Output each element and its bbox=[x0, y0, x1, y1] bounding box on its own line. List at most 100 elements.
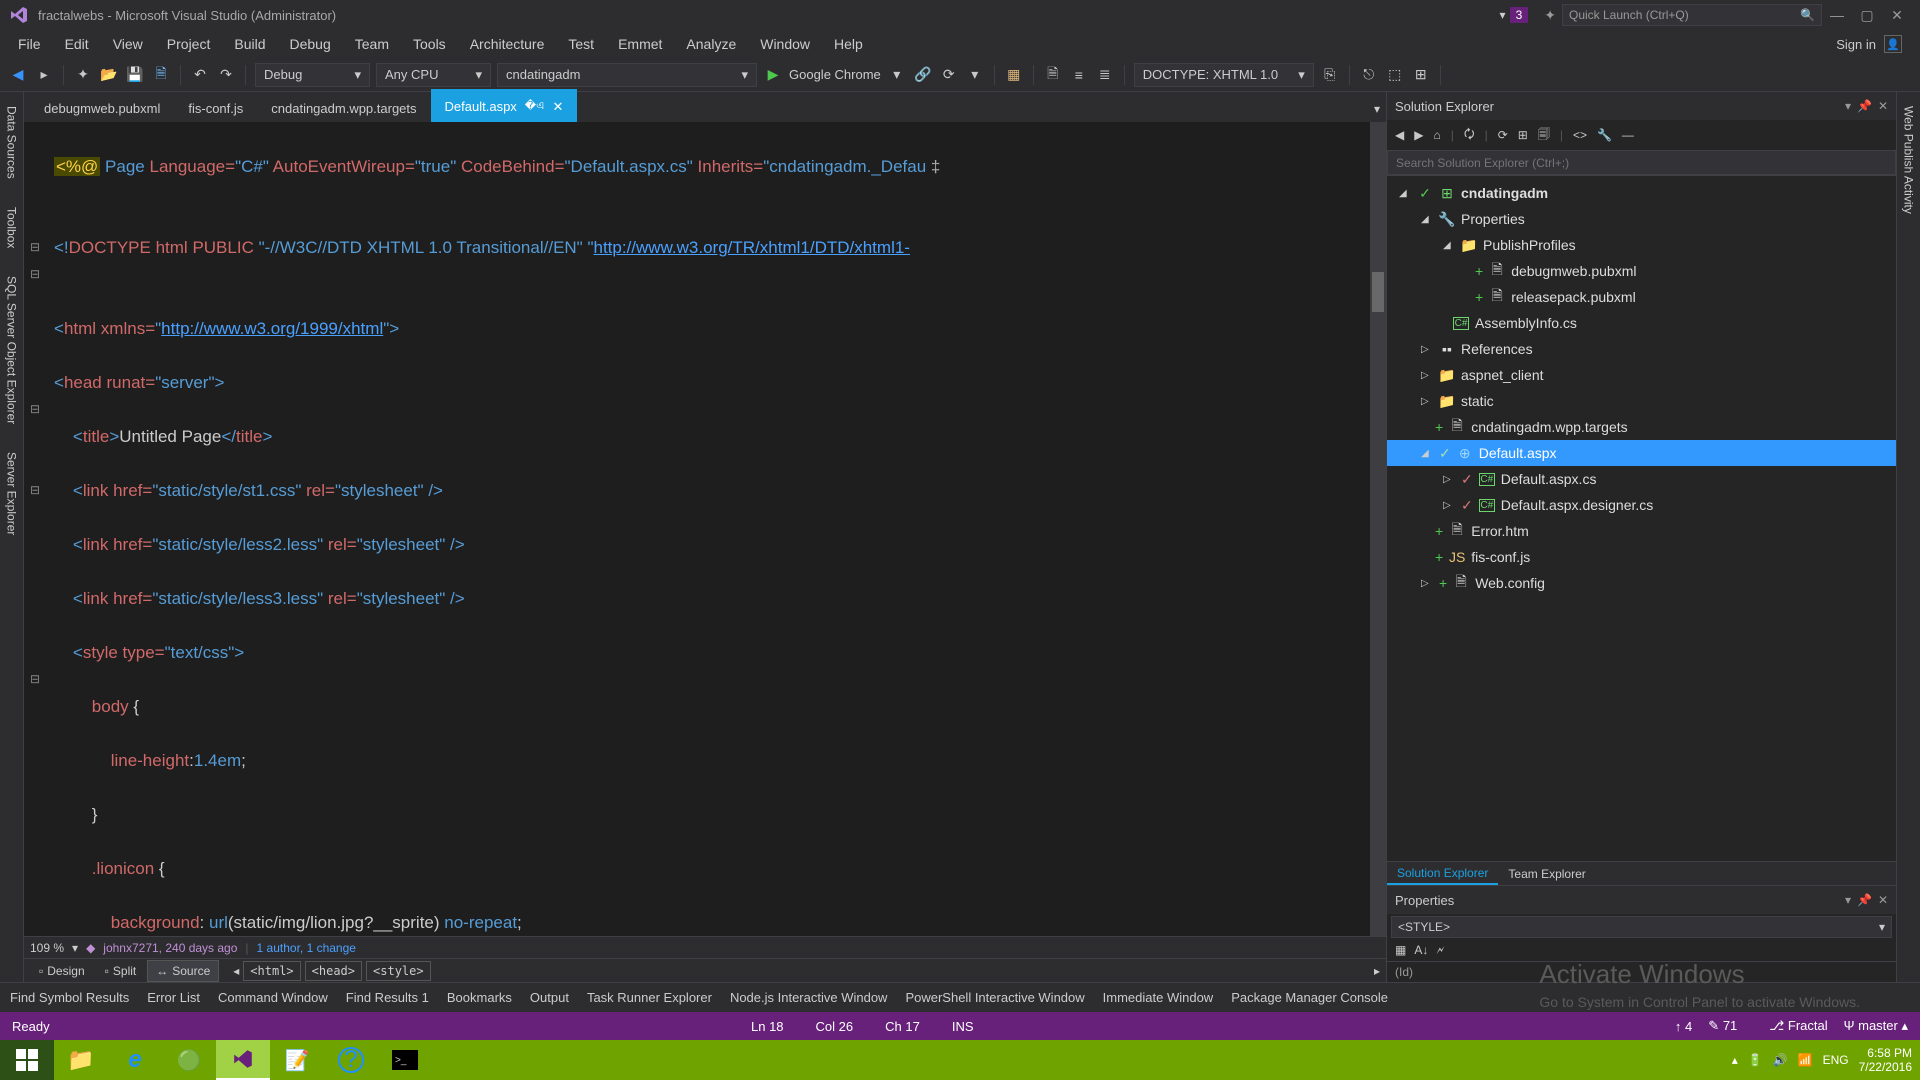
branch-icon[interactable]: Ψ bbox=[1844, 1018, 1855, 1033]
panel-close-icon[interactable]: ✕ bbox=[1878, 99, 1888, 113]
codelens-changes[interactable]: 1 author, 1 change bbox=[257, 941, 356, 955]
clock[interactable]: 6:58 PM7/22/2016 bbox=[1859, 1046, 1912, 1074]
node-releasepack[interactable]: releasepack.pubxml bbox=[1511, 289, 1636, 305]
nav-fwd-button[interactable]: ▸ bbox=[34, 65, 54, 85]
breadcrumb-style[interactable]: <style> bbox=[366, 961, 431, 981]
se-preview-icon[interactable]: — bbox=[1622, 128, 1634, 142]
props-id-value[interactable] bbox=[1642, 962, 1897, 982]
menu-debug[interactable]: Debug bbox=[278, 32, 343, 56]
se-props-icon[interactable]: 🔧 bbox=[1597, 128, 1612, 142]
node-designer[interactable]: Default.aspx.designer.cs bbox=[1501, 497, 1654, 513]
node-properties[interactable]: Properties bbox=[1461, 211, 1525, 227]
tab-output[interactable]: Output bbox=[530, 990, 569, 1005]
se-search[interactable] bbox=[1387, 150, 1896, 176]
project-node[interactable]: cndatingadm bbox=[1461, 185, 1548, 201]
menu-team[interactable]: Team bbox=[343, 32, 401, 56]
panel-pin-icon[interactable]: 📌 bbox=[1857, 99, 1872, 113]
refresh-icon[interactable]: ⟳ bbox=[939, 65, 959, 85]
menu-emmet[interactable]: Emmet bbox=[606, 32, 674, 56]
sign-in-button[interactable]: Sign in👤 bbox=[1824, 31, 1914, 57]
tab-team-explorer[interactable]: Team Explorer bbox=[1498, 864, 1595, 884]
indent-icon[interactable]: ≣ bbox=[1095, 65, 1115, 85]
code-editor[interactable]: ⊟⊟⊟⊟⊟ <%@ Page Language="C#" AutoEventWi… bbox=[24, 122, 1386, 936]
menu-view[interactable]: View bbox=[101, 32, 155, 56]
minimize-button[interactable]: — bbox=[1822, 7, 1852, 23]
close-tab-icon[interactable]: ✕ bbox=[552, 99, 563, 115]
tab-powershell[interactable]: PowerShell Interactive Window bbox=[905, 990, 1084, 1005]
se-back-icon[interactable]: ◀ bbox=[1395, 128, 1404, 142]
save-all-icon[interactable]: 🗎 bbox=[151, 65, 171, 85]
breadcrumb-head[interactable]: <head> bbox=[305, 961, 362, 981]
node-fisconf[interactable]: fis-conf.js bbox=[1471, 549, 1530, 565]
volume-icon[interactable]: 🔊 bbox=[1773, 1053, 1788, 1067]
outdent-icon[interactable]: ≡ bbox=[1069, 65, 1089, 85]
open-icon[interactable]: 📂 bbox=[99, 65, 119, 85]
language-indicator[interactable]: ENG bbox=[1823, 1053, 1849, 1067]
tab-sql-explorer[interactable]: SQL Server Object Explorer bbox=[3, 270, 21, 430]
se-refresh-icon[interactable]: ⟳ bbox=[1498, 128, 1508, 142]
browser-dropdown-icon[interactable]: ▾ bbox=[887, 65, 907, 85]
node-errorhtm[interactable]: Error.htm bbox=[1471, 523, 1529, 539]
doctype-dropdown[interactable]: DOCTYPE: XHTML 1.0▾ bbox=[1134, 63, 1314, 87]
feedback-icon[interactable]: ✦ bbox=[1544, 7, 1556, 24]
tab-find-symbol[interactable]: Find Symbol Results bbox=[10, 990, 129, 1005]
tool-b-icon[interactable]: ⎋ bbox=[1359, 65, 1379, 85]
taskbar-ie[interactable]: e bbox=[108, 1040, 162, 1080]
node-wpp[interactable]: cndatingadm.wpp.targets bbox=[1471, 419, 1627, 435]
se-fwd-icon[interactable]: ▶ bbox=[1414, 128, 1423, 142]
tab-data-sources[interactable]: Data Sources bbox=[3, 100, 21, 185]
config-dropdown[interactable]: Debug▾ bbox=[255, 63, 370, 87]
props-events-icon[interactable]: 🗲 bbox=[1436, 943, 1444, 958]
view-design-button[interactable]: ▫ Design bbox=[30, 960, 94, 982]
node-references[interactable]: References bbox=[1461, 341, 1533, 357]
tray-chevron-icon[interactable]: ▴ bbox=[1732, 1053, 1738, 1067]
startup-dropdown[interactable]: cndatingadm▾ bbox=[497, 63, 757, 87]
tab-debugmweb[interactable]: debugmweb.pubxml bbox=[30, 93, 174, 122]
node-webconfig[interactable]: Web.config bbox=[1475, 575, 1545, 591]
props-az-icon[interactable]: A↓ bbox=[1414, 943, 1428, 958]
node-default[interactable]: Default.aspx bbox=[1479, 445, 1557, 461]
tab-server-explorer[interactable]: Server Explorer bbox=[3, 446, 21, 541]
props-close-icon[interactable]: ✕ bbox=[1878, 893, 1888, 907]
node-aspnet[interactable]: aspnet_client bbox=[1461, 367, 1544, 383]
node-publishprofiles[interactable]: PublishProfiles bbox=[1483, 237, 1576, 253]
pencil-icon[interactable]: ✎ bbox=[1708, 1018, 1719, 1033]
crumb-nav-left[interactable]: ◂ bbox=[233, 964, 239, 978]
tab-default-aspx[interactable]: Default.aspx�এ✕ bbox=[431, 89, 578, 122]
zoom-level[interactable]: 109 % bbox=[30, 941, 64, 955]
nav-back-button[interactable]: ◀ bbox=[8, 65, 28, 85]
tab-pkg-mgr[interactable]: Package Manager Console bbox=[1231, 990, 1388, 1005]
props-options-icon[interactable]: ▾ bbox=[1845, 893, 1851, 907]
save-icon[interactable]: 💾 bbox=[125, 65, 145, 85]
breadcrumb-html[interactable]: <html> bbox=[243, 961, 300, 981]
tab-toolbox[interactable]: Toolbox bbox=[3, 201, 21, 254]
doc-icon[interactable]: 🗎 bbox=[1043, 65, 1063, 85]
se-showall-icon[interactable]: 🗐 bbox=[1538, 125, 1550, 146]
vertical-scrollbar[interactable] bbox=[1370, 122, 1386, 936]
menu-help[interactable]: Help bbox=[822, 32, 875, 56]
taskbar-help[interactable]: ? bbox=[324, 1040, 378, 1080]
codelens-author[interactable]: johnx7271, 240 days ago bbox=[103, 941, 237, 955]
node-defaultcs[interactable]: Default.aspx.cs bbox=[1501, 471, 1597, 487]
solution-tree[interactable]: ◢✓⊞cndatingadm ◢🔧Properties ◢📁PublishPro… bbox=[1387, 176, 1896, 861]
taskbar-explorer[interactable]: 📁 bbox=[54, 1040, 108, 1080]
props-combo[interactable]: <STYLE>▾ bbox=[1391, 916, 1892, 938]
menu-test[interactable]: Test bbox=[556, 32, 606, 56]
taskbar-chrome[interactable]: 🟢 bbox=[162, 1040, 216, 1080]
menu-build[interactable]: Build bbox=[222, 32, 277, 56]
se-code-icon[interactable]: <> bbox=[1573, 128, 1587, 142]
browser-label[interactable]: Google Chrome bbox=[789, 67, 881, 82]
menu-analyze[interactable]: Analyze bbox=[674, 32, 748, 56]
publish-up-icon[interactable]: ↑ bbox=[1675, 1019, 1682, 1034]
flag-icon[interactable]: ▾ bbox=[1500, 8, 1506, 22]
code-content[interactable]: <%@ Page Language="C#" AutoEventWireup="… bbox=[46, 122, 1370, 936]
view-source-button[interactable]: ↔ Source bbox=[147, 960, 219, 982]
browser-link-icon[interactable]: 🔗 bbox=[913, 65, 933, 85]
fold-gutter[interactable]: ⊟⊟⊟⊟⊟ bbox=[24, 122, 46, 936]
tabs-overflow-icon[interactable]: ▾ bbox=[1368, 96, 1386, 122]
tab-bookmarks[interactable]: Bookmarks bbox=[447, 990, 512, 1005]
taskbar-vs[interactable] bbox=[216, 1040, 270, 1080]
start-button[interactable] bbox=[0, 1040, 54, 1080]
node-static[interactable]: static bbox=[1461, 393, 1494, 409]
menu-tools[interactable]: Tools bbox=[401, 32, 458, 56]
